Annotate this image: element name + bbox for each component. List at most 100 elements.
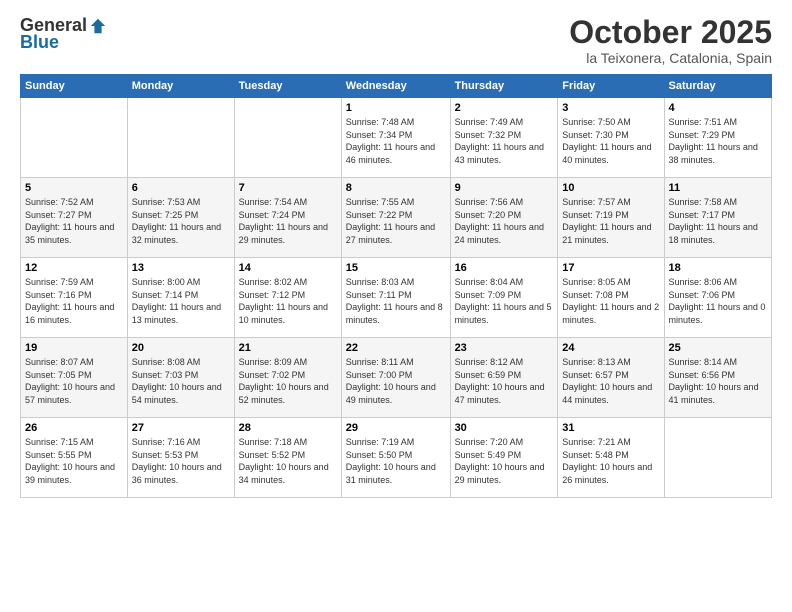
day-info: Sunrise: 7:58 AM Sunset: 7:17 PM Dayligh… <box>669 196 767 246</box>
table-cell: 3Sunrise: 7:50 AM Sunset: 7:30 PM Daylig… <box>558 98 664 178</box>
month-title: October 2025 <box>569 15 772 50</box>
day-info: Sunrise: 7:57 AM Sunset: 7:19 PM Dayligh… <box>562 196 659 246</box>
day-info: Sunrise: 8:14 AM Sunset: 6:56 PM Dayligh… <box>669 356 767 406</box>
day-info: Sunrise: 8:11 AM Sunset: 7:00 PM Dayligh… <box>346 356 446 406</box>
day-number: 15 <box>346 262 446 274</box>
day-info: Sunrise: 8:06 AM Sunset: 7:06 PM Dayligh… <box>669 276 767 326</box>
day-number: 6 <box>132 182 230 194</box>
day-info: Sunrise: 8:13 AM Sunset: 6:57 PM Dayligh… <box>562 356 659 406</box>
day-info: Sunrise: 7:18 AM Sunset: 5:52 PM Dayligh… <box>239 436 337 486</box>
table-cell: 30 Sunrise: 7:20 AM Sunset: 5:49 PM Dayli… <box>450 418 558 498</box>
table-cell: 2Sunrise: 7:49 AM Sunset: 7:32 PM Daylig… <box>450 98 558 178</box>
table-cell: 25 Sunrise: 8:14 AM Sunset: 6:56 PM Dayli… <box>664 338 771 418</box>
col-thursday: Thursday <box>450 75 558 98</box>
day-info: Sunrise: 8:03 AM Sunset: 7:11 PM Dayligh… <box>346 276 446 326</box>
day-number: 22 <box>346 342 446 354</box>
day-number: 23 <box>455 342 554 354</box>
table-cell: 12 Sunrise: 7:59 AM Sunset: 7:16 PM Dayli… <box>21 258 128 338</box>
day-info: Sunrise: 7:53 AM Sunset: 7:25 PM Dayligh… <box>132 196 230 246</box>
day-info: Sunrise: 7:52 AM Sunset: 7:27 PM Dayligh… <box>25 196 123 246</box>
table-cell <box>127 98 234 178</box>
day-number: 10 <box>562 182 659 194</box>
day-number: 1 <box>346 102 446 114</box>
week-row-2: 5 Sunrise: 7:52 AM Sunset: 7:27 PM Daylig… <box>21 178 772 258</box>
day-info: Sunrise: 7:54 AM Sunset: 7:24 PM Dayligh… <box>239 196 337 246</box>
table-cell <box>234 98 341 178</box>
col-saturday: Saturday <box>664 75 771 98</box>
day-number: 25 <box>669 342 767 354</box>
table-cell <box>21 98 128 178</box>
day-number: 21 <box>239 342 337 354</box>
day-info: Sunrise: 7:16 AM Sunset: 5:53 PM Dayligh… <box>132 436 230 486</box>
table-cell <box>664 418 771 498</box>
table-cell: 29 Sunrise: 7:19 AM Sunset: 5:50 PM Dayli… <box>341 418 450 498</box>
table-cell: 8 Sunrise: 7:55 AM Sunset: 7:22 PM Daylig… <box>341 178 450 258</box>
col-monday: Monday <box>127 75 234 98</box>
table-cell: 16Sunrise: 8:04 AM Sunset: 7:09 PM Dayli… <box>450 258 558 338</box>
table-cell: 24 Sunrise: 8:13 AM Sunset: 6:57 PM Dayli… <box>558 338 664 418</box>
logo: General Blue <box>20 15 107 53</box>
day-number: 24 <box>562 342 659 354</box>
day-number: 5 <box>25 182 123 194</box>
day-info: Sunrise: 8:00 AM Sunset: 7:14 PM Dayligh… <box>132 276 230 326</box>
location: la Teixonera, Catalonia, Spain <box>569 50 772 66</box>
day-info: Sunrise: 7:49 AM Sunset: 7:32 PM Dayligh… <box>455 116 554 166</box>
day-number: 4 <box>669 102 767 114</box>
week-row-5: 26 Sunrise: 7:15 AM Sunset: 5:55 PM Dayli… <box>21 418 772 498</box>
day-number: 18 <box>669 262 767 274</box>
day-info: Sunrise: 8:12 AM Sunset: 6:59 PM Dayligh… <box>455 356 554 406</box>
logo-icon <box>89 17 107 35</box>
day-number: 28 <box>239 422 337 434</box>
day-info: Sunrise: 7:56 AM Sunset: 7:20 PM Dayligh… <box>455 196 554 246</box>
day-number: 13 <box>132 262 230 274</box>
col-tuesday: Tuesday <box>234 75 341 98</box>
day-number: 19 <box>25 342 123 354</box>
table-cell: 27Sunrise: 7:16 AM Sunset: 5:53 PM Dayli… <box>127 418 234 498</box>
table-cell: 4 Sunrise: 7:51 AM Sunset: 7:29 PM Daylig… <box>664 98 771 178</box>
table-cell: 13 Sunrise: 8:00 AM Sunset: 7:14 PM Dayli… <box>127 258 234 338</box>
col-friday: Friday <box>558 75 664 98</box>
title-block: October 2025 la Teixonera, Catalonia, Sp… <box>569 15 772 66</box>
table-cell: 6 Sunrise: 7:53 AM Sunset: 7:25 PM Daylig… <box>127 178 234 258</box>
table-cell: 1 Sunrise: 7:48 AM Sunset: 7:34 PM Daylig… <box>341 98 450 178</box>
week-row-4: 19Sunrise: 8:07 AM Sunset: 7:05 PM Dayli… <box>21 338 772 418</box>
table-cell: 15 Sunrise: 8:03 AM Sunset: 7:11 PM Dayli… <box>341 258 450 338</box>
table-cell: 18 Sunrise: 8:06 AM Sunset: 7:06 PM Dayli… <box>664 258 771 338</box>
day-number: 17 <box>562 262 659 274</box>
day-info: Sunrise: 7:19 AM Sunset: 5:50 PM Dayligh… <box>346 436 446 486</box>
day-number: 26 <box>25 422 123 434</box>
table-cell: 28 Sunrise: 7:18 AM Sunset: 5:52 PM Dayli… <box>234 418 341 498</box>
col-sunday: Sunday <box>21 75 128 98</box>
table-cell: 9 Sunrise: 7:56 AM Sunset: 7:20 PM Daylig… <box>450 178 558 258</box>
day-info: Sunrise: 7:21 AM Sunset: 5:48 PM Dayligh… <box>562 436 659 486</box>
day-info: Sunrise: 7:48 AM Sunset: 7:34 PM Dayligh… <box>346 116 446 166</box>
table-cell: 20Sunrise: 8:08 AM Sunset: 7:03 PM Dayli… <box>127 338 234 418</box>
day-number: 8 <box>346 182 446 194</box>
day-info: Sunrise: 7:51 AM Sunset: 7:29 PM Dayligh… <box>669 116 767 166</box>
day-info: Sunrise: 8:02 AM Sunset: 7:12 PM Dayligh… <box>239 276 337 326</box>
day-number: 30 <box>455 422 554 434</box>
calendar-table: Sunday Monday Tuesday Wednesday Thursday… <box>20 74 772 498</box>
header: General Blue October 2025 la Teixonera, … <box>20 15 772 66</box>
day-number: 29 <box>346 422 446 434</box>
day-info: Sunrise: 7:55 AM Sunset: 7:22 PM Dayligh… <box>346 196 446 246</box>
day-info: Sunrise: 7:59 AM Sunset: 7:16 PM Dayligh… <box>25 276 123 326</box>
col-wednesday: Wednesday <box>341 75 450 98</box>
day-number: 12 <box>25 262 123 274</box>
calendar-header-row: Sunday Monday Tuesday Wednesday Thursday… <box>21 75 772 98</box>
table-cell: 7Sunrise: 7:54 AM Sunset: 7:24 PM Daylig… <box>234 178 341 258</box>
day-number: 9 <box>455 182 554 194</box>
week-row-3: 12 Sunrise: 7:59 AM Sunset: 7:16 PM Dayli… <box>21 258 772 338</box>
day-info: Sunrise: 7:15 AM Sunset: 5:55 PM Dayligh… <box>25 436 123 486</box>
day-info: Sunrise: 8:05 AM Sunset: 7:08 PM Dayligh… <box>562 276 659 326</box>
week-row-1: 1 Sunrise: 7:48 AM Sunset: 7:34 PM Daylig… <box>21 98 772 178</box>
table-cell: 17 Sunrise: 8:05 AM Sunset: 7:08 PM Dayli… <box>558 258 664 338</box>
day-info: Sunrise: 7:50 AM Sunset: 7:30 PM Dayligh… <box>562 116 659 166</box>
logo-blue: Blue <box>20 32 59 53</box>
day-info: Sunrise: 8:09 AM Sunset: 7:02 PM Dayligh… <box>239 356 337 406</box>
table-cell: 11Sunrise: 7:58 AM Sunset: 7:17 PM Dayli… <box>664 178 771 258</box>
day-info: Sunrise: 7:20 AM Sunset: 5:49 PM Dayligh… <box>455 436 554 486</box>
table-cell: 26 Sunrise: 7:15 AM Sunset: 5:55 PM Dayli… <box>21 418 128 498</box>
day-number: 31 <box>562 422 659 434</box>
table-cell: 21 Sunrise: 8:09 AM Sunset: 7:02 PM Dayli… <box>234 338 341 418</box>
